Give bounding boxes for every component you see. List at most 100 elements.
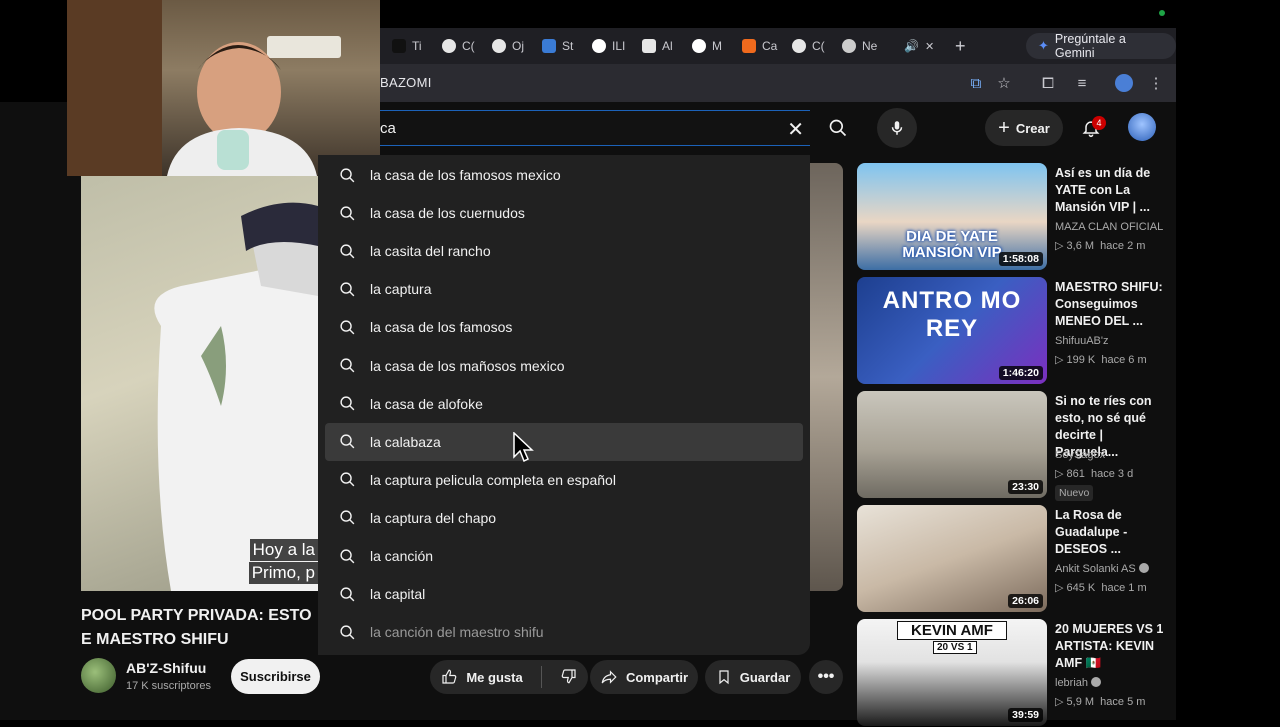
subscribe-button[interactable]: Suscribirse	[231, 659, 320, 694]
browser-tab-label: St	[562, 39, 574, 53]
recommended-video[interactable]: 23:30 Si no te ríes con esto, no sé qué d…	[857, 391, 1167, 501]
browser-tab[interactable]: Al	[642, 34, 688, 58]
browser-tab[interactable]: ILI	[592, 34, 638, 58]
video-thumbnail[interactable]: KEVIN AMF 20 VS 1 39:59	[857, 619, 1047, 726]
recommended-channel[interactable]: MAZA CLAN OFICIAL	[1055, 221, 1163, 233]
notification-count-badge: 4	[1092, 116, 1106, 130]
profile-avatar-icon[interactable]	[1114, 73, 1134, 93]
recommended-channel[interactable]: ShifuuAB'z	[1055, 335, 1108, 347]
search-icon	[340, 244, 355, 259]
video-frame-scene	[154, 202, 318, 591]
view-count: 3,6 M	[1066, 240, 1095, 252]
channel-name[interactable]: AB'Z-Shifuu	[126, 660, 206, 676]
tab-active-audio[interactable]: 🔊 ✕	[904, 34, 938, 58]
search-suggestion[interactable]: la captura pelicula completa en español	[325, 461, 803, 499]
recommended-channel-name: ShifuuAB'z	[1055, 335, 1109, 347]
chatgpt-icon	[492, 39, 506, 53]
tab-close-icon[interactable]: ✕	[925, 40, 934, 53]
search-suggestion[interactable]: la casa de alofoke	[325, 385, 803, 423]
new-tab-button[interactable]: +	[955, 34, 966, 58]
search-suggestion[interactable]: la captura	[325, 270, 803, 308]
gemini-button[interactable]: ✦ Pregúntale a Gemini	[1026, 32, 1176, 60]
channel-avatar[interactable]	[81, 658, 116, 693]
notifications-button[interactable]	[1071, 108, 1111, 148]
search-input[interactable]: ca ✕	[380, 110, 810, 146]
bookmark-star-icon[interactable]: ☆	[994, 73, 1014, 93]
like-button[interactable]: Me gusta	[440, 668, 523, 686]
search-suggestion[interactable]: la canción del maestro shifu	[325, 613, 803, 651]
search-icon	[340, 206, 355, 220]
chatgpt-icon	[792, 39, 806, 53]
video-player[interactable]: Hoy a la Primo, p	[81, 176, 318, 591]
recommended-video[interactable]: ANTRO MO REY 1:46:20 MAESTRO SHIFU: Conseg…	[857, 277, 1167, 385]
recommended-video-title[interactable]: 20 MUJERES VS 1 ARTISTA: KEVIN AMF 🇲🇽	[1055, 621, 1167, 672]
recommended-video-title[interactable]: La Rosa de Guadalupe - DESEOS ...	[1055, 507, 1167, 558]
recommended-video-title[interactable]: Así es un día de YATE con La Mansión VIP…	[1055, 165, 1167, 216]
video-thumbnail[interactable]: DIA DE YATE MANSIÓN VIP 1:58:08	[857, 163, 1047, 270]
share-button[interactable]: Compartir	[590, 660, 698, 694]
browser-tab[interactable]: M	[692, 34, 738, 58]
recommended-channel[interactable]: Ankit Solanki AS	[1055, 563, 1149, 575]
search-icon	[340, 625, 355, 640]
search-suggestion[interactable]: la captura del chapo	[325, 499, 803, 537]
search-suggestion[interactable]: la casa de los famosos	[325, 308, 803, 346]
search-button[interactable]	[818, 108, 858, 148]
browser-tab[interactable]: Ca	[742, 34, 788, 58]
search-suggestion[interactable]: la casa de los mañosos mexico	[325, 347, 803, 385]
address-bar[interactable]: BAZOMI ⧉ ☆ ⧠ ≡ ⋮	[380, 64, 1176, 102]
clear-search-icon[interactable]: ✕	[787, 117, 804, 142]
browser-tab[interactable]: St	[542, 34, 588, 58]
search-suggestion-text: la casa de los famosos mexico	[370, 167, 561, 183]
save-button[interactable]: Guardar	[705, 660, 801, 694]
search-suggestion-text: la casita del rancho	[370, 243, 491, 260]
search-suggestions-dropdown: la casa de los famosos mexico la casa de …	[318, 155, 810, 655]
play-count-icon: ▷	[1055, 354, 1067, 366]
browser-tab[interactable]: Ne	[842, 34, 888, 58]
like-divider	[540, 666, 542, 688]
browser-tab[interactable]: Oj	[492, 34, 538, 58]
browser-tab[interactable]: C(	[442, 34, 488, 58]
voice-search-button[interactable]	[877, 108, 917, 148]
recommended-video-title[interactable]: MAESTRO SHIFU: Conseguimos MENEO DEL ...	[1055, 279, 1167, 330]
recommended-channel-name: Ankit Solanki AS	[1055, 563, 1136, 575]
media-controls-icon[interactable]: ≡	[1072, 73, 1092, 93]
google-icon	[692, 39, 706, 53]
video-thumbnail[interactable]: 26:06	[857, 505, 1047, 612]
recommended-video[interactable]: KEVIN AMF 20 VS 1 39:59 20 MUJERES VS 1 ART…	[857, 619, 1167, 727]
search-suggestion[interactable]: la casita del rancho	[325, 232, 803, 270]
play-count-icon: ▷	[1055, 696, 1067, 708]
install-app-icon[interactable]: ⧉	[966, 73, 986, 93]
upload-age: hace 2 m	[1100, 240, 1146, 252]
browser-menu-icon[interactable]: ⋮	[1146, 73, 1166, 93]
video-thumbnail[interactable]: 23:30	[857, 391, 1047, 498]
search-icon	[340, 282, 355, 297]
dislike-button[interactable]	[560, 667, 578, 688]
recommended-meta: ▷ 861 hace 3 d	[1055, 467, 1133, 480]
recommended-meta: ▷ 3,6 M hace 2 m	[1055, 239, 1145, 252]
search-suggestion[interactable]: la calabaza	[325, 422, 803, 462]
search-suggestion-text: la captura	[370, 281, 432, 298]
account-avatar[interactable]	[1128, 113, 1156, 141]
view-count: 645 K	[1066, 582, 1096, 594]
play-count-icon: ▷	[1055, 468, 1067, 480]
create-button[interactable]: + Crear	[985, 110, 1063, 146]
search-icon	[340, 587, 355, 601]
search-suggestion[interactable]: la capital	[325, 575, 803, 613]
browser-tab[interactable]: Ti	[392, 34, 438, 58]
recommended-channel[interactable]: lebriah	[1055, 677, 1102, 689]
recommended-channel-name: MAZA CLAN OFICIAL	[1055, 221, 1164, 233]
search-suggestion[interactable]: la casa de los cuernudos	[325, 194, 803, 232]
more-actions-button[interactable]: •••	[809, 660, 843, 694]
search-suggestion[interactable]: la canción	[325, 537, 803, 575]
recommended-video[interactable]: DIA DE YATE MANSIÓN VIP 1:58:08 Así es un …	[857, 163, 1167, 271]
browser-tab[interactable]: C(	[792, 34, 838, 58]
extensions-puzzle-icon[interactable]: ⧠	[1038, 73, 1058, 93]
recommended-video[interactable]: 26:06 La Rosa de Guadalupe - DESEOS ... An…	[857, 505, 1167, 613]
browser-tab-label: Ca	[762, 39, 778, 53]
search-suggestion[interactable]: la casa de los famosos mexico	[325, 156, 803, 194]
bookmark-icon	[719, 670, 729, 685]
search-suggestion-text: la calabaza	[370, 433, 441, 450]
recommended-channel[interactable]: SoySagox	[1055, 449, 1105, 461]
video-thumbnail[interactable]: ANTRO MO REY 1:46:20	[857, 277, 1047, 384]
search-icon	[340, 472, 355, 487]
